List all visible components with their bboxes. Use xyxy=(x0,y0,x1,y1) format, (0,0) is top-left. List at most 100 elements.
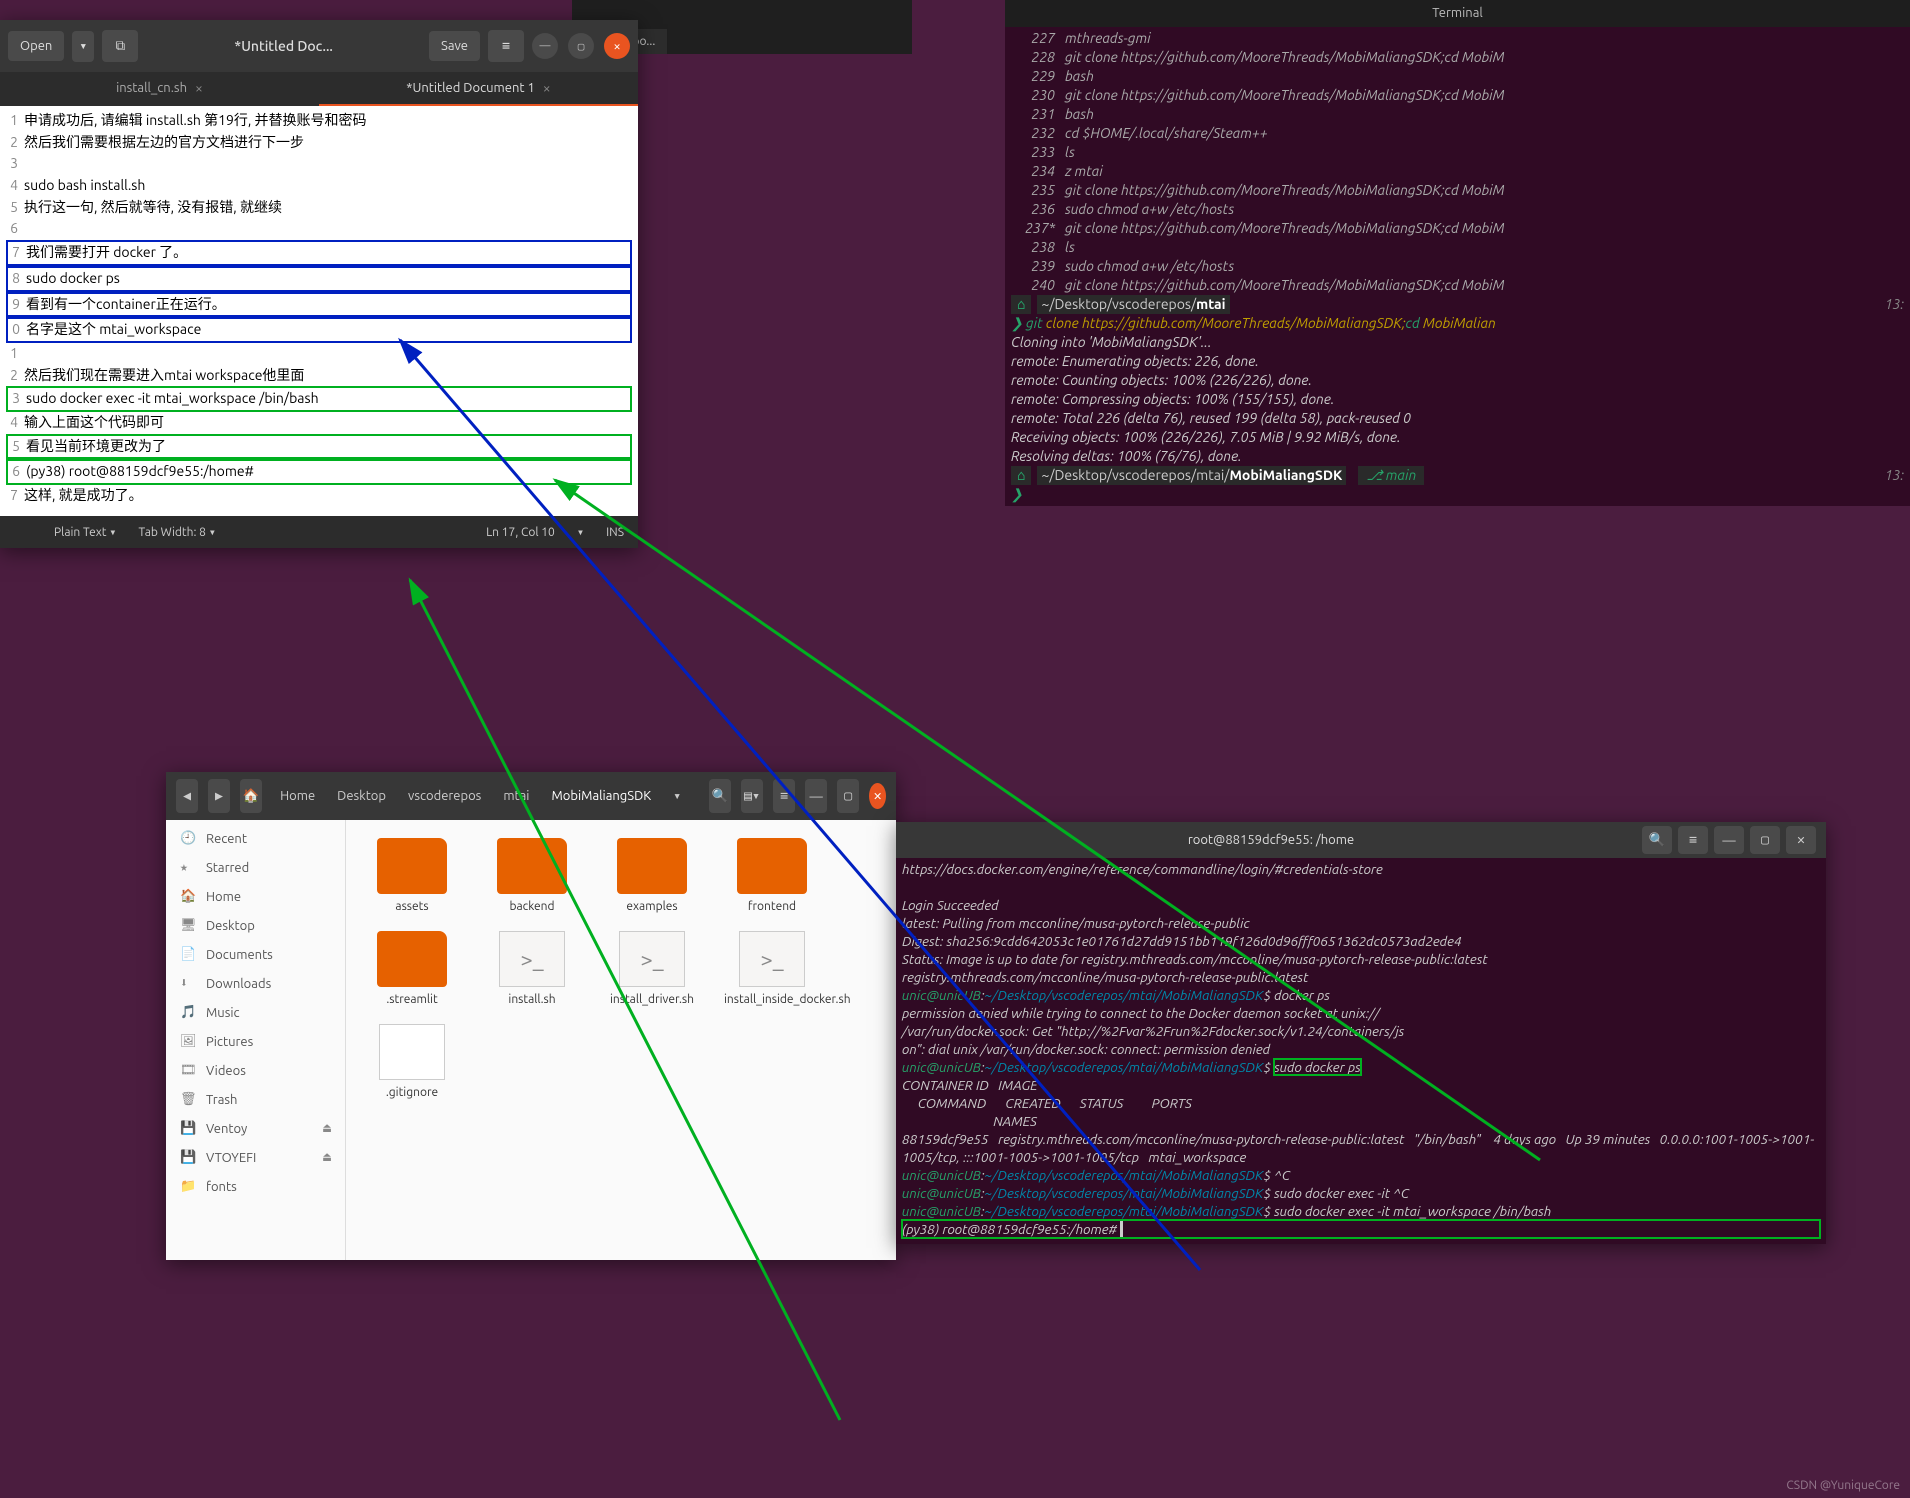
file-item[interactable]: >_install.sh xyxy=(484,931,580,1006)
terminal-title: root@88159dcf9e55: /home xyxy=(906,831,1636,849)
sidebar-item[interactable]: 📄Documents xyxy=(166,940,345,969)
folder-icon xyxy=(377,838,447,894)
minimize-button[interactable]: — xyxy=(532,33,558,59)
open-button[interactable]: Open xyxy=(8,31,64,61)
save-button[interactable]: Save xyxy=(429,31,480,61)
sidebar-icon: 🖥 xyxy=(180,918,196,933)
minimize-button[interactable]: — xyxy=(805,779,827,813)
sidebar-icon: 📁 xyxy=(180,1179,196,1194)
sidebar-item[interactable]: 📁fonts xyxy=(166,1172,345,1201)
search-button[interactable]: 🔍 xyxy=(709,779,731,813)
editor-line: 3sudo docker exec -it mtai_workspace /bi… xyxy=(6,386,632,412)
maximize-button[interactable]: ▢ xyxy=(837,779,859,813)
editor-line: 7这样, 就是成功了。 xyxy=(6,485,632,507)
terminal-top[interactable]: Terminal 227mthreads-gmi228git clone htt… xyxy=(1005,0,1910,506)
sidebar-icon: 🎵 xyxy=(180,1005,196,1020)
breadcrumb: Home Desktop vscoderepos mtai MobiMaliangSDK… xyxy=(272,785,689,808)
tab-install-cn[interactable]: install_cn.sh × xyxy=(0,72,319,106)
sidebar-item[interactable]: 🎵Music xyxy=(166,998,345,1027)
gedit-window: Open ▾ ⧉ *Untitled Doc... Save ≡ — ▢ ✕ i… xyxy=(0,20,638,548)
window-title: *Untitled Doc... xyxy=(146,38,421,54)
sidebar-item[interactable]: 🎞Videos xyxy=(166,1056,345,1085)
search-button[interactable]: 🔍 xyxy=(1642,826,1672,854)
files-iconview[interactable]: assets backend examples frontend .streamlit >… xyxy=(346,820,896,1260)
file-item[interactable]: >_install_inside_docker.sh xyxy=(724,931,820,1006)
folder-icon xyxy=(377,931,447,987)
sidebar-icon: ★ xyxy=(180,860,196,875)
file-item[interactable]: examples xyxy=(604,838,700,913)
breadcrumb-item[interactable]: vscoderepos xyxy=(400,785,489,807)
sidebar-item[interactable]: 💾VTOYEFI⏏ xyxy=(166,1143,345,1172)
editor-line: 5执行这一句, 然后就等待, 没有报错, 就继续 xyxy=(6,197,632,219)
watermark: CSDN @YuniqueCore xyxy=(1786,1479,1900,1492)
back-button[interactable]: ◀ xyxy=(176,779,198,813)
sidebar-item[interactable]: 💾Ventoy⏏ xyxy=(166,1114,345,1143)
eject-icon[interactable]: ⏏ xyxy=(323,1150,331,1165)
editor-line: 1申请成功后, 请编辑 install.sh 第19行, 并替换账号和密码 xyxy=(6,110,632,132)
text-icon xyxy=(379,1024,445,1080)
sidebar-item[interactable]: 🏠Home xyxy=(166,882,345,911)
file-item[interactable]: assets xyxy=(364,838,460,913)
hamburger-menu-button[interactable]: ≡ xyxy=(773,779,795,813)
eject-icon[interactable]: ⏏ xyxy=(323,1121,331,1136)
close-icon[interactable]: × xyxy=(195,80,203,96)
script-icon: >_ xyxy=(619,931,685,987)
chevron-down-icon[interactable]: ▾ xyxy=(665,785,689,808)
sidebar-icon: ⬇ xyxy=(180,976,196,991)
sidebar-icon: 💾 xyxy=(180,1121,196,1136)
hamburger-menu-button[interactable]: ≡ xyxy=(1678,826,1708,854)
sidebar-icon: 📄 xyxy=(180,947,196,962)
view-options-button[interactable]: ▤▾ xyxy=(741,779,763,813)
maximize-button[interactable]: ▢ xyxy=(1750,826,1780,854)
tabwidth-selector[interactable]: Tab Width: 8 ▾ xyxy=(139,525,216,539)
language-selector[interactable]: Plain Text ▾ xyxy=(54,525,117,539)
editor-line: 4sudo bash install.sh xyxy=(6,175,632,197)
files-sidebar: 🕘Recent★Starred🏠Home🖥Desktop📄Documents⬇D… xyxy=(166,820,346,1260)
tab-untitled[interactable]: *Untitled Document 1 × xyxy=(319,72,638,106)
files-window: ◀ ▶ 🏠 Home Desktop vscoderepos mtai MobiMali… xyxy=(166,772,896,1260)
file-item[interactable]: .streamlit xyxy=(364,931,460,1006)
file-item[interactable]: frontend xyxy=(724,838,820,913)
sidebar-icon: 💾 xyxy=(180,1150,196,1165)
root-prompt[interactable]: (py38) root@88159dcf9e55:/home# xyxy=(902,1220,1820,1238)
sidebar-item[interactable]: 🖼Pictures xyxy=(166,1027,345,1056)
file-item[interactable]: .gitignore xyxy=(364,1024,460,1099)
breadcrumb-item[interactable]: Home xyxy=(272,785,323,807)
folder-icon xyxy=(617,838,687,894)
home-icon[interactable]: 🏠 xyxy=(240,779,262,813)
script-icon: >_ xyxy=(499,931,565,987)
editor-area[interactable]: 1申请成功后, 请编辑 install.sh 第19行, 并替换账号和密码 2然后… xyxy=(0,106,638,516)
editor-line: 2然后我们现在需要进入mtai workspace他里面 xyxy=(6,365,632,387)
terminal-bottom[interactable]: root@88159dcf9e55: /home 🔍 ≡ — ▢ ✕ https… xyxy=(896,822,1826,1244)
close-button[interactable]: ✕ xyxy=(869,783,886,809)
tab-label: *Untitled Document 1 xyxy=(406,81,535,95)
lncol-menu[interactable]: ▾ xyxy=(577,525,584,539)
close-button[interactable]: ✕ xyxy=(604,33,630,59)
close-icon[interactable]: × xyxy=(543,80,551,96)
sidebar-item[interactable]: ★Starred xyxy=(166,853,345,882)
forward-button[interactable]: ▶ xyxy=(208,779,230,813)
close-button[interactable]: ✕ xyxy=(1786,826,1816,854)
sidebar-item[interactable]: 🖥Desktop xyxy=(166,911,345,940)
script-icon: >_ xyxy=(739,931,805,987)
folder-icon xyxy=(737,838,807,894)
breadcrumb-item[interactable]: mtai xyxy=(495,785,537,807)
terminal-title: Terminal xyxy=(1005,0,1910,27)
editor-line: 0名字是这个 mtai_workspace xyxy=(6,317,632,343)
file-item[interactable]: backend xyxy=(484,838,580,913)
minimize-button[interactable]: — xyxy=(1714,826,1744,854)
new-tab-button[interactable]: ⧉ xyxy=(102,30,138,62)
breadcrumb-item[interactable]: Desktop xyxy=(329,785,394,807)
open-recent-button[interactable]: ▾ xyxy=(72,31,94,62)
sidebar-icon: 🗑 xyxy=(180,1092,196,1107)
files-headerbar: ◀ ▶ 🏠 Home Desktop vscoderepos mtai MobiMali… xyxy=(166,772,896,820)
editor-line: 6 xyxy=(6,218,632,240)
maximize-button[interactable]: ▢ xyxy=(568,33,594,59)
sidebar-item[interactable]: 🗑Trash xyxy=(166,1085,345,1114)
breadcrumb-item[interactable]: MobiMaliangSDK xyxy=(543,785,659,807)
file-item[interactable]: >_install_driver.sh xyxy=(604,931,700,1006)
tab-label: install_cn.sh xyxy=(116,81,187,95)
hamburger-menu-button[interactable]: ≡ xyxy=(488,30,524,62)
sidebar-item[interactable]: ⬇Downloads xyxy=(166,969,345,998)
sidebar-item[interactable]: 🕘Recent xyxy=(166,824,345,853)
